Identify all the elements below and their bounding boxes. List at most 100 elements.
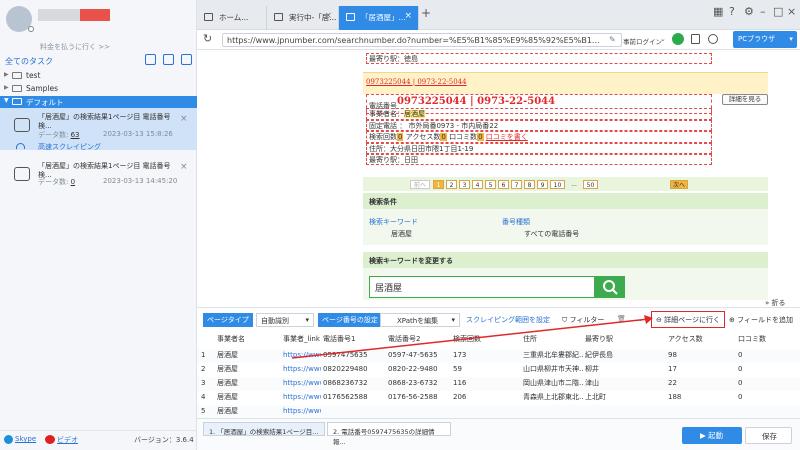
- table-row[interactable]: 2 居酒屋 https://www.jpnu...0820229480 0820-22…: [197, 363, 800, 377]
- download-icon[interactable]: [145, 54, 156, 65]
- xpath-select[interactable]: XPathを編集 ▾: [380, 313, 460, 327]
- column-header[interactable]: 検索回数: [453, 333, 521, 346]
- pager-page[interactable]: 1: [433, 180, 444, 189]
- table-cell[interactable]: https://www.jpnu...: [283, 363, 321, 376]
- column-header[interactable]: 住所: [523, 333, 583, 346]
- table-cell: 津山: [585, 379, 599, 387]
- pager-page[interactable]: 10: [550, 180, 565, 189]
- settings-icon[interactable]: [28, 26, 34, 32]
- add-field-button[interactable]: ⊕ フィールドを追加: [729, 315, 793, 325]
- pc-browser-select[interactable]: PCブラウザ ▾: [733, 31, 797, 48]
- folder-default[interactable]: ▼ デフォルト: [0, 96, 197, 108]
- condition-type-label: 番号種類: [502, 218, 530, 226]
- step-tab-1[interactable]: 1. 「居酒屋」の検索結果1ページ目...: [203, 422, 325, 436]
- pager-page[interactable]: 6: [498, 180, 509, 189]
- table-cell: 0176-56-2588: [388, 393, 438, 401]
- add-task-icon[interactable]: [163, 54, 174, 65]
- scrape-range-link[interactable]: スクレイピング範囲を設定: [466, 315, 550, 325]
- folder-icon: [12, 72, 22, 79]
- close-icon[interactable]: ×: [180, 114, 188, 124]
- pager-page[interactable]: ...: [567, 180, 581, 189]
- column-header[interactable]: 口コミ数: [738, 333, 778, 346]
- pager-page[interactable]: 50: [583, 180, 598, 189]
- close-window-icon[interactable]: ×: [787, 5, 796, 18]
- refresh-icon[interactable]: ↻: [203, 32, 212, 45]
- close-icon[interactable]: ×: [404, 11, 412, 21]
- more-icon[interactable]: …: [634, 314, 642, 323]
- new-tab-button[interactable]: +: [421, 6, 431, 20]
- status-icon[interactable]: [672, 33, 684, 45]
- tab-active[interactable]: 「居酒屋」... ×: [339, 6, 419, 30]
- folder-samples[interactable]: ▶ Samples: [0, 83, 197, 95]
- pager-page[interactable]: 3: [459, 180, 470, 189]
- clipboard-icon[interactable]: [691, 34, 700, 44]
- speed-scraping-tag: 高速スクレイピング: [38, 143, 101, 151]
- maximize-icon[interactable]: □: [773, 5, 783, 18]
- export-icon[interactable]: [181, 54, 192, 65]
- task-data-count: データ数: 0: [38, 178, 76, 186]
- column-header[interactable]: 事業者_link: [283, 333, 321, 346]
- edit-icon[interactable]: ✎: [609, 35, 616, 44]
- collapse-label: 折る: [771, 299, 786, 307]
- table-cell: 居酒屋: [217, 407, 238, 415]
- table-cell[interactable]: https://www.jpnu...: [283, 349, 321, 362]
- search-button[interactable]: [595, 276, 625, 298]
- table-cell[interactable]: https://www.jpnu...: [283, 405, 321, 418]
- table-cell: 0597-47-5635: [388, 351, 438, 359]
- folder-test[interactable]: ▶ test: [0, 70, 197, 82]
- close-icon[interactable]: ×: [324, 11, 332, 21]
- pager-page[interactable]: 2: [446, 180, 457, 189]
- review-label: 口コミ数: [449, 133, 478, 141]
- url-input[interactable]: [222, 33, 622, 47]
- clock-icon[interactable]: [708, 34, 718, 44]
- page-type-select[interactable]: 自動識別 ▾: [256, 313, 314, 327]
- login-button[interactable]: 事前ログイン: [623, 36, 662, 46]
- delete-icon[interactable]: 🗑: [617, 315, 626, 323]
- review-link[interactable]: 口コミを書く: [486, 133, 528, 141]
- table-cell[interactable]: https://www.jpnu...: [283, 377, 321, 390]
- keyword-input[interactable]: [369, 276, 595, 298]
- condition-type-value: すべての電話番号: [524, 230, 580, 238]
- row-number: 2: [201, 365, 206, 373]
- step-tab-2[interactable]: 2. 電話番号0597475635の詳細情報...: [327, 422, 451, 446]
- table-row[interactable]: 1 居酒屋 https://www.jpnu...0597475635 0597-47…: [197, 349, 800, 363]
- result-title-link[interactable]: 0973225044 | 0973-22-5044: [366, 78, 467, 86]
- tab-home[interactable]: ホーム...: [197, 6, 267, 30]
- pay-link[interactable]: 料金を払うに行く >>: [40, 42, 110, 52]
- grid-icon[interactable]: ▦: [713, 5, 723, 18]
- save-button[interactable]: 保存: [745, 427, 792, 444]
- pager-page[interactable]: 5: [485, 180, 496, 189]
- filter-button[interactable]: ⛉ フィルター: [562, 315, 604, 325]
- video-link[interactable]: ビデオ: [57, 435, 78, 445]
- column-header[interactable]: 電話番号2: [388, 333, 450, 346]
- pager-page[interactable]: 4: [472, 180, 483, 189]
- pager-page[interactable]: 9: [537, 180, 548, 189]
- pager-page[interactable]: 7: [511, 180, 522, 189]
- close-icon[interactable]: ×: [180, 162, 188, 172]
- table-row[interactable]: 3 居酒屋 https://www.jpnu...0868236732 0868-23…: [197, 377, 800, 391]
- table-cell: 青森県上北郡東北...: [523, 393, 583, 401]
- nearest-station: 最寄り駅：徳島: [366, 53, 712, 64]
- skype-link[interactable]: Skype: [15, 435, 36, 443]
- help-icon[interactable]: ?: [729, 5, 735, 18]
- table-row[interactable]: 5 居酒屋 https://www.jpnu...: [197, 405, 800, 419]
- detail-button[interactable]: 詳細を見る: [722, 94, 768, 105]
- minimize-icon[interactable]: –: [760, 5, 766, 18]
- pager-next[interactable]: 次へ: [670, 180, 688, 189]
- column-header[interactable]: 事業者名: [217, 333, 279, 346]
- goto-detail-label: 詳細ページに行く: [664, 316, 720, 324]
- column-header[interactable]: 電話番号1: [323, 333, 385, 346]
- tab-running[interactable]: 実行中-「居... ×: [267, 6, 339, 30]
- column-header[interactable]: アクセス数: [668, 333, 736, 346]
- column-header[interactable]: 最寄り駅: [585, 333, 665, 346]
- settings-icon[interactable]: ⚙: [744, 5, 754, 18]
- goto-detail-button[interactable]: ⊖ 詳細ページに行く: [651, 311, 725, 328]
- chevron-down-icon[interactable]: ⌄: [660, 35, 666, 43]
- run-button[interactable]: ▶ 起動: [682, 427, 742, 444]
- table-cell[interactable]: https://www.jpnu...: [283, 391, 321, 404]
- skype-icon: [4, 435, 13, 444]
- table-row[interactable]: 4 居酒屋 https://www.jpnu...0176562588 0176-56…: [197, 391, 800, 405]
- chevron-down-icon: ▾: [305, 316, 309, 324]
- pager-page[interactable]: 8: [524, 180, 535, 189]
- pager-prev[interactable]: 前へ: [410, 180, 430, 189]
